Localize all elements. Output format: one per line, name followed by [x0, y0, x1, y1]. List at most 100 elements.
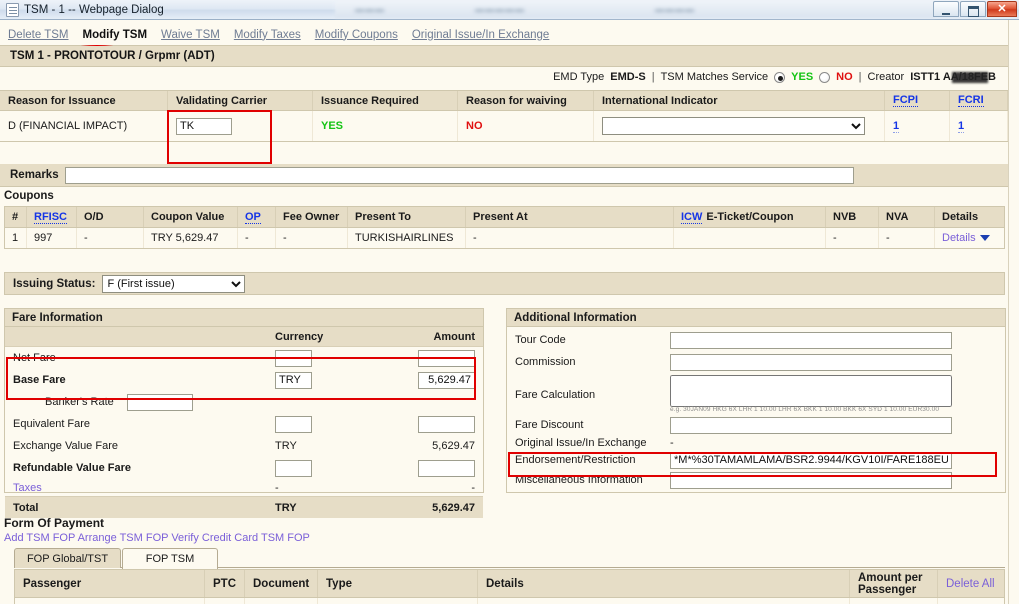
cell-coupon-num: 1 [5, 228, 27, 248]
fare-row-base-fare: Base Fare [5, 369, 483, 391]
close-button[interactable]: ✕ [987, 1, 1017, 17]
creator-value: ISTT1 AA/18FEB [910, 71, 996, 83]
cell-fcpi[interactable]: 1 [893, 120, 900, 133]
delete-all-link[interactable]: Delete All [946, 578, 995, 590]
cell-icw-eticket-coupon [674, 228, 826, 248]
cell-fcri[interactable]: 1 [958, 120, 965, 133]
header-details: Details [942, 211, 979, 223]
header-icw[interactable]: ICW [681, 211, 703, 224]
label-refundable-value-fare: Refundable Value Fare [13, 462, 131, 474]
fare-calculation-textarea[interactable] [670, 375, 952, 407]
header-document: Document [245, 570, 318, 597]
header-od: O/D [77, 207, 144, 227]
header-passenger: Passenger [15, 570, 205, 597]
endorsement-restriction-input[interactable] [670, 451, 952, 469]
emd-summary-row: EMD Type EMD-S | TSM Matches Service YES… [0, 67, 1008, 87]
form-of-payment-links: Add TSM FOP Arrange TSM FOP Verify Credi… [4, 532, 310, 544]
menu-item-original-issue[interactable]: Original Issue/In Exchange [412, 29, 549, 41]
additional-information-panel: Additional Information Tour Code Commiss… [506, 308, 1006, 493]
tab-fop-tsm[interactable]: FOP TSM [122, 548, 218, 569]
reason-for-issuance-table: Reason for Issuance Validating Carrier I… [0, 90, 1008, 142]
emd-type-value: EMD-S [610, 71, 646, 83]
tab-fop-global-tst[interactable]: FOP Global/TST [14, 548, 121, 568]
taxes-link[interactable]: Taxes [13, 482, 42, 494]
header-reason-for-waiving: Reason for waiving [458, 91, 594, 110]
menu-item-delete-tsm[interactable]: Delete TSM [8, 29, 69, 41]
base-fare-currency-input[interactable] [275, 371, 312, 389]
label-fare-calculation: Fare Calculation [515, 389, 596, 401]
label-original-issue: Original Issue/In Exchange [515, 436, 647, 449]
radio-yes-label[interactable]: YES [791, 71, 813, 83]
base-fare-amount-input[interactable] [418, 371, 475, 389]
dialog-page: Delete TSM Modify TSM Waive TSM Modify T… [0, 20, 1019, 604]
taxes-currency: - [275, 481, 279, 494]
cell-amount-per-passenger: - [850, 598, 938, 604]
header-fcpi[interactable]: FCPI [893, 94, 919, 107]
radio-yes[interactable] [774, 71, 786, 83]
menu-item-modify-taxes[interactable]: Modify Taxes [234, 29, 301, 41]
fop-table-row: 1PRONTOTOUR / Grpmr TSM1 Cash - - Delete [15, 598, 1004, 604]
cell-ptc [205, 598, 245, 604]
header-nvb: NVB [826, 207, 879, 227]
equivalent-fare-amount-input[interactable] [418, 415, 475, 433]
row-tour-code: Tour Code [507, 330, 1005, 350]
menu-item-modify-coupons[interactable]: Modify Coupons [315, 29, 398, 41]
menu-item-modify-tsm[interactable]: Modify TSM [83, 29, 148, 41]
maximize-button[interactable] [960, 1, 986, 17]
header-op[interactable]: OP [245, 211, 261, 224]
reason-table-header: Reason for Issuance Validating Carrier I… [0, 90, 1008, 111]
remarks-input[interactable] [64, 166, 854, 184]
fare-row-bankers-rate: Banker's Rate [5, 391, 483, 413]
taxes-amount: - [471, 481, 475, 494]
refundable-value-fare-currency-input[interactable] [275, 459, 312, 477]
label-total: Total [13, 501, 39, 514]
chevron-down-icon[interactable] [979, 235, 990, 241]
header-fcri[interactable]: FCRI [958, 94, 984, 107]
bankers-rate-input[interactable] [126, 393, 193, 411]
cell-type: Cash [318, 598, 478, 604]
issuing-status-label: Issuing Status: [13, 277, 96, 290]
link-add-tsm-fop[interactable]: Add TSM FOP [4, 532, 75, 544]
cell-details-link[interactable]: Details [942, 232, 976, 244]
international-indicator-select[interactable] [602, 117, 865, 135]
document-icon [6, 2, 19, 17]
coupons-table-header: # RFISC O/D Coupon Value OP Fee Owner Pr… [5, 207, 1004, 228]
issuing-status-select[interactable]: F (First issue) [102, 274, 246, 293]
tsm-matches-service-label: TSM Matches Service [660, 71, 769, 83]
cell-document: TSM1 [245, 598, 318, 604]
net-fare-amount-input[interactable] [418, 349, 475, 367]
total-amount: 5,629.47 [432, 501, 475, 514]
menu-item-waive-tsm[interactable]: Waive TSM [161, 29, 220, 41]
radio-no-label[interactable]: NO [836, 71, 853, 83]
header-fee-owner: Fee Owner [276, 207, 348, 227]
equivalent-fare-currency-input[interactable] [275, 415, 312, 433]
separator-2: | [858, 71, 862, 83]
fare-information-panel: Fare Information Currency Amount Net Far… [4, 308, 484, 518]
fop-table: Passenger PTC Document Type Details Amou… [14, 569, 1005, 604]
cell-nvb: - [826, 228, 879, 248]
net-fare-currency-input[interactable] [275, 349, 312, 367]
commission-input[interactable] [670, 353, 952, 371]
label-bankers-rate: Banker's Rate [45, 396, 114, 408]
header-amount-per-passenger: Amount per Passenger [850, 570, 938, 597]
link-verify-credit-card-tsm-fop[interactable]: Verify Credit Card TSM FOP [171, 532, 310, 544]
vertical-scrollbar[interactable] [1008, 20, 1019, 604]
header-type: Type [318, 570, 478, 597]
validating-carrier-input[interactable] [176, 117, 232, 135]
window-titlebar: TSM - 1 -- Webpage Dialog ▬▬▬ ▬▬▬▬▬ ▬▬▬▬ ✕ [0, 0, 1019, 20]
cell-reason-for-waiving: NO [466, 120, 483, 132]
link-arrange-tsm-fop[interactable]: Arrange TSM FOP [78, 532, 169, 544]
fare-discount-input[interactable] [670, 416, 952, 434]
fare-row-equivalent-fare: Equivalent Fare [5, 413, 483, 435]
miscellaneous-information-input[interactable] [670, 471, 952, 489]
minimize-button[interactable] [933, 1, 959, 17]
radio-no[interactable] [819, 71, 831, 83]
tour-code-input[interactable] [670, 331, 952, 349]
fare-row-net-fare: Net Fare [5, 347, 483, 369]
header-rfisc[interactable]: RFISC [34, 211, 67, 224]
refundable-value-fare-amount-input[interactable] [418, 459, 475, 477]
redaction-overlay [952, 72, 989, 83]
cell-op: - [238, 228, 276, 248]
remarks-row: Remarks [0, 164, 1008, 187]
page-title: TSM 1 - PRONTOTOUR / Grpmr (ADT) [0, 46, 1008, 67]
